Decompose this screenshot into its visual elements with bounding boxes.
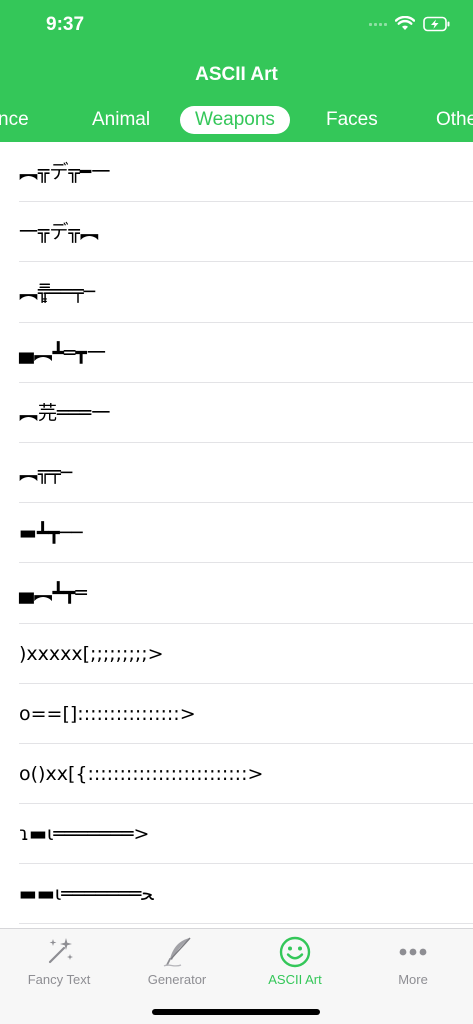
tab-animal[interactable]: Animal xyxy=(92,106,150,134)
tab-faces[interactable]: Faces xyxy=(326,106,378,134)
ascii-art-text: o()xx[{:::::::::::::::::::::::::> xyxy=(19,762,264,785)
list-item[interactable]: 一╦デ╦︻ xyxy=(0,202,473,263)
status-time: 9:37 xyxy=(46,14,85,35)
tabbar-generator[interactable]: Generator xyxy=(118,935,236,987)
ascii-art-text: )xxxxx[;;;;;;;;;> xyxy=(19,642,164,665)
ascii-art-text: ▄︻┻┳═ xyxy=(19,582,87,605)
page-title: ASCII Art xyxy=(195,64,278,85)
tab-weapons[interactable]: Weapons xyxy=(180,106,290,134)
tabbar-fancy-text[interactable]: Fancy Text xyxy=(0,935,118,987)
battery-charging-icon xyxy=(423,16,450,32)
tabbar-label: Generator xyxy=(147,972,207,987)
list-item[interactable]: ︻╦̵̵͇̿̿̿̿══╤─ xyxy=(0,262,473,323)
tabbar-more[interactable]: More xyxy=(354,935,472,987)
list-item[interactable]: ɿ▬ɩ═══════> xyxy=(0,804,473,865)
list-item[interactable]: ︻╦╤─ xyxy=(0,443,473,504)
wifi-icon xyxy=(395,16,415,30)
list-item[interactable]: ▬┻┳── xyxy=(0,503,473,564)
status-icons xyxy=(369,16,451,32)
ellipsis-icon xyxy=(399,948,427,956)
header: 9:37 ASCII Art Romance Animal Weapons Fa… xyxy=(0,0,473,142)
ascii-art-text: o==[]::::::::::::::::> xyxy=(19,702,196,725)
quill-icon xyxy=(163,937,191,967)
list-item[interactable]: o()xx[{:::::::::::::::::::::::::> xyxy=(0,744,473,805)
ascii-art-text: ɿ▬ɩ═══════> xyxy=(19,823,150,846)
ascii-art-list: ︻╦デ╦━一 一╦デ╦︻ ︻╦̵̵͇̿̿̿̿══╤─ ▄︻┻═┳一 ︻芫═══一… xyxy=(0,142,473,928)
tab-romance[interactable]: Romance xyxy=(0,106,48,134)
list-item[interactable]: ︻芫═══一 xyxy=(0,383,473,443)
ascii-art-text: ︻╦デ╦━一 xyxy=(19,161,111,183)
list-item[interactable]: ▬▬ι═══════ﺤ xyxy=(0,864,473,925)
ascii-art-text: ︻╦╤─ xyxy=(19,461,73,484)
sparkles-icon xyxy=(48,938,73,964)
smiley-icon xyxy=(279,936,311,968)
home-indicator xyxy=(152,1009,320,1015)
list-item[interactable]: )xxxxx[;;;;;;;;;> xyxy=(0,624,473,684)
tabbar-label: More xyxy=(398,972,428,987)
category-tabs: Romance Animal Weapons Faces Other xyxy=(0,106,473,138)
ascii-art-text: ︻芫═══一 xyxy=(19,401,111,424)
list-item[interactable]: o==[]::::::::::::::::> xyxy=(0,684,473,744)
ascii-art-text: ▬▬ι═══════ﺤ xyxy=(19,883,154,906)
ascii-art-text: 一╦デ╦︻ xyxy=(19,221,99,244)
divider xyxy=(19,923,473,925)
tab-other[interactable]: Other xyxy=(436,106,473,134)
list-item[interactable]: ▄︻┻┳═ xyxy=(0,563,473,624)
tabbar-label: ASCII Art xyxy=(268,972,322,987)
cellular-signal-icon xyxy=(369,22,387,26)
list-item[interactable]: ︻╦デ╦━一 xyxy=(0,142,473,203)
ascii-art-text: ▄︻┻═┳一 xyxy=(19,341,106,364)
list-item[interactable]: ▄︻┻═┳一 xyxy=(0,323,473,383)
ascii-art-text: ▬┻┳── xyxy=(19,522,83,545)
ascii-art-text: ︻╦̵̵͇̿̿̿̿══╤─ xyxy=(19,281,96,304)
tabbar-label: Fancy Text xyxy=(27,972,91,987)
tabbar-ascii-art[interactable]: ASCII Art xyxy=(236,935,354,987)
